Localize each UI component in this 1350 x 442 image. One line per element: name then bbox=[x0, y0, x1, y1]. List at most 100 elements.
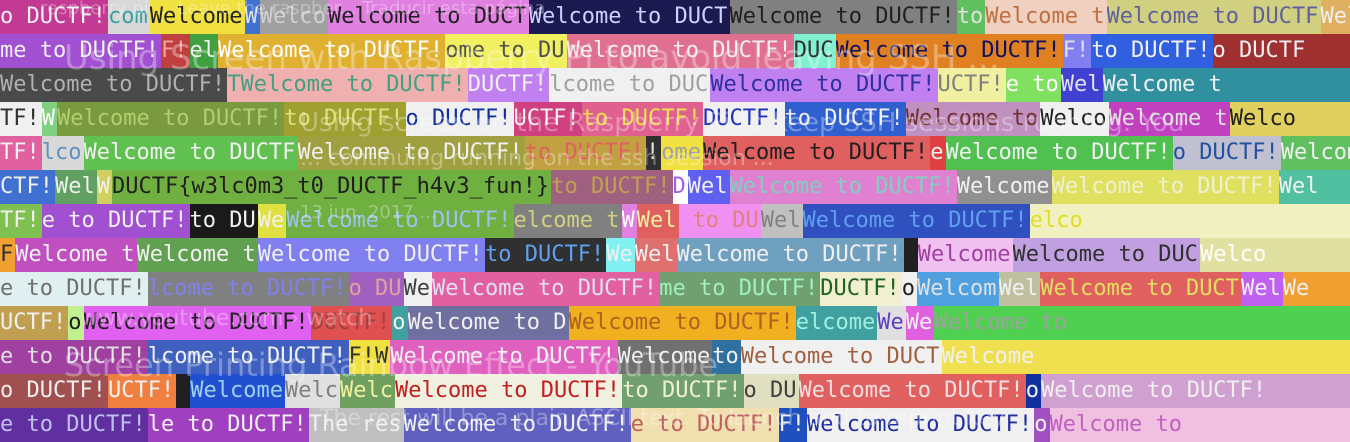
text-segment: ! bbox=[646, 136, 662, 170]
text-segment: Welcome to DUCTF! bbox=[676, 238, 904, 272]
text-row: TF! W Welcome to DUCTF! to DUCTF! o DUCTF! UC… bbox=[0, 102, 1350, 136]
text-segment: Welcome t bbox=[1108, 102, 1230, 136]
text-segment: UCTF! bbox=[937, 68, 1006, 102]
text-segment: Welcome to DUCTF! bbox=[297, 136, 525, 170]
text-segment: Welcome to DUCTF! bbox=[802, 204, 1030, 238]
text-segment: Welcome to DUCTF! bbox=[945, 136, 1173, 170]
text-segment: F! bbox=[1062, 34, 1092, 68]
text-segment: Welcome t bbox=[15, 238, 137, 272]
text-segment: ome bbox=[661, 136, 703, 170]
text-segment: Welcome bbox=[190, 374, 285, 408]
text-segment: me to DUCTF! bbox=[0, 34, 161, 68]
text-segment: Welco bbox=[1229, 102, 1298, 136]
text-segment: lcome to DUCTF! bbox=[147, 272, 349, 306]
text-segment: Welcome to DUCTF! bbox=[257, 238, 485, 272]
text-segment: W bbox=[621, 204, 637, 238]
text-segment: to bbox=[956, 0, 986, 34]
text-segment: to DUCTF! bbox=[524, 136, 646, 170]
text-segment: Welcome to DUCTF! bbox=[1041, 374, 1269, 408]
text-segment: Welcome to DUCTF bbox=[83, 136, 298, 170]
text-segment: DUC bbox=[793, 34, 836, 68]
text-segment: e to DUCTF! bbox=[41, 204, 190, 238]
text-row: TF! lco Welcome to DUCTF Welcome to DUCTF! t… bbox=[0, 136, 1350, 170]
text-segment: Welcome to DUCTF! bbox=[807, 408, 1035, 442]
text-segment: Wel bbox=[998, 272, 1041, 306]
text-row: UCTF! o Welcome to DUCTF! DUCTF! o Welcome to… bbox=[0, 306, 1350, 340]
text-segment: Welcom bbox=[917, 272, 999, 306]
text-segment: Welco bbox=[1040, 102, 1109, 136]
text-segment: Welcome to DUCT bbox=[528, 0, 730, 34]
text-segment: com bbox=[108, 0, 150, 34]
text-segment: Welcome bbox=[956, 170, 1052, 204]
text-segment: to DUCTF! bbox=[784, 102, 906, 136]
text-segment: UCTF! bbox=[0, 306, 69, 340]
text-segment: o DU bbox=[348, 272, 404, 306]
text-segment: Wel bbox=[687, 170, 730, 204]
text-segment: to DUCTF! bbox=[284, 102, 406, 136]
row-fill bbox=[1184, 408, 1350, 442]
text-segment: The res bbox=[308, 408, 404, 442]
text-segment: DUCTF! bbox=[703, 102, 785, 136]
text-segment: Welcome to DUCT bbox=[328, 0, 529, 34]
text-segment: to DUCTF! bbox=[485, 238, 607, 272]
text-segment: Welcome to DUCTF! bbox=[729, 0, 957, 34]
text-segment: e to DUCTF! bbox=[630, 408, 779, 442]
text-segment: We bbox=[1282, 272, 1312, 306]
text-segment: Welc bbox=[340, 374, 395, 408]
text-segment: Welcome t bbox=[1102, 68, 1224, 102]
text-segment: UCTF! bbox=[108, 374, 177, 408]
text-segment: Welcome to DUCTF! bbox=[218, 34, 446, 68]
text-segment: Welcome to bbox=[934, 306, 1069, 340]
text-segment: e to DUCTF! bbox=[0, 272, 148, 306]
text-row: Welcome to DUCTF! TWelcome to DUCTF! DUCTF… bbox=[0, 68, 1350, 102]
text-segment: Welcome to DUCTF! bbox=[0, 68, 228, 102]
text-segment: Welcome to DUCTF! bbox=[710, 68, 938, 102]
text-segment bbox=[678, 204, 693, 238]
text-segment: lcome to DUCTF! bbox=[147, 340, 349, 374]
text-segment: Welcome to DUCTF! bbox=[83, 306, 311, 340]
row-fill bbox=[1307, 34, 1350, 68]
text-segment: Welco bbox=[259, 0, 328, 34]
text-segment: le to DUCTF! bbox=[147, 408, 309, 442]
text-segment: Welcome to DUCTF! bbox=[403, 408, 631, 442]
text-segment: We bbox=[257, 204, 287, 238]
text-segment: Welcome to DUC bbox=[1012, 238, 1200, 272]
text-segment: TF! bbox=[0, 136, 42, 170]
row-fill bbox=[1223, 68, 1350, 102]
text-segment: F!W bbox=[348, 340, 391, 374]
text-segment: TWelcome to DUCTF! bbox=[227, 68, 468, 102]
text-row: F Welcome t Welcome t Welcome to DUCTF! to D… bbox=[0, 238, 1350, 272]
text-segment: Welcome bbox=[149, 0, 245, 34]
text-segment bbox=[903, 238, 918, 272]
text-segment: lcome to DUC bbox=[549, 68, 711, 102]
row-fill bbox=[1268, 374, 1350, 408]
text-segment: elcome t bbox=[513, 204, 622, 238]
text-segment: to bbox=[712, 340, 741, 374]
text-segment: Welcome bbox=[917, 238, 1013, 272]
text-segment: Wel bbox=[1278, 170, 1321, 204]
text-segment: We bbox=[877, 306, 906, 340]
text-segment: o DUCTF! bbox=[1172, 136, 1281, 170]
text-segment: ome to DU bbox=[445, 34, 567, 68]
colored-text-rows: o DUCTF! com Welcome W Welco Welcome to DUCT W… bbox=[0, 0, 1350, 442]
row-fill bbox=[1268, 238, 1350, 272]
text-row: e to DUCTF! lcome to DUCTF! F!W Welcome to … bbox=[0, 340, 1350, 374]
text-segment: o bbox=[392, 306, 408, 340]
text-segment: Welcome to DUCTF! bbox=[57, 102, 285, 136]
text-segment: Welcome to DUCT bbox=[1040, 272, 1241, 306]
text-segment: to DUCTF! bbox=[551, 170, 673, 204]
text-segment: to DUCTF! bbox=[622, 374, 744, 408]
text-segment: Welcome to D bbox=[407, 306, 569, 340]
text-segment: Welcome t bbox=[1280, 136, 1350, 170]
text-row: o DUCTF! com Welcome W Welco Welcome to DUCT W… bbox=[0, 0, 1350, 34]
text-segment: to DUCTF! bbox=[1091, 34, 1213, 68]
row-fill bbox=[1298, 102, 1350, 136]
text-segment: me to DUCTF! bbox=[659, 272, 821, 306]
text-segment: Wel bbox=[634, 238, 677, 272]
text-segment: Wel bbox=[636, 204, 679, 238]
text-segment: Welcome to DUCTF! bbox=[568, 306, 796, 340]
text-segment: o DUCTF! bbox=[405, 102, 514, 136]
row-fill bbox=[1068, 306, 1350, 340]
text-segment: W bbox=[96, 170, 112, 204]
text-segment: to DUCTF! bbox=[581, 102, 703, 136]
